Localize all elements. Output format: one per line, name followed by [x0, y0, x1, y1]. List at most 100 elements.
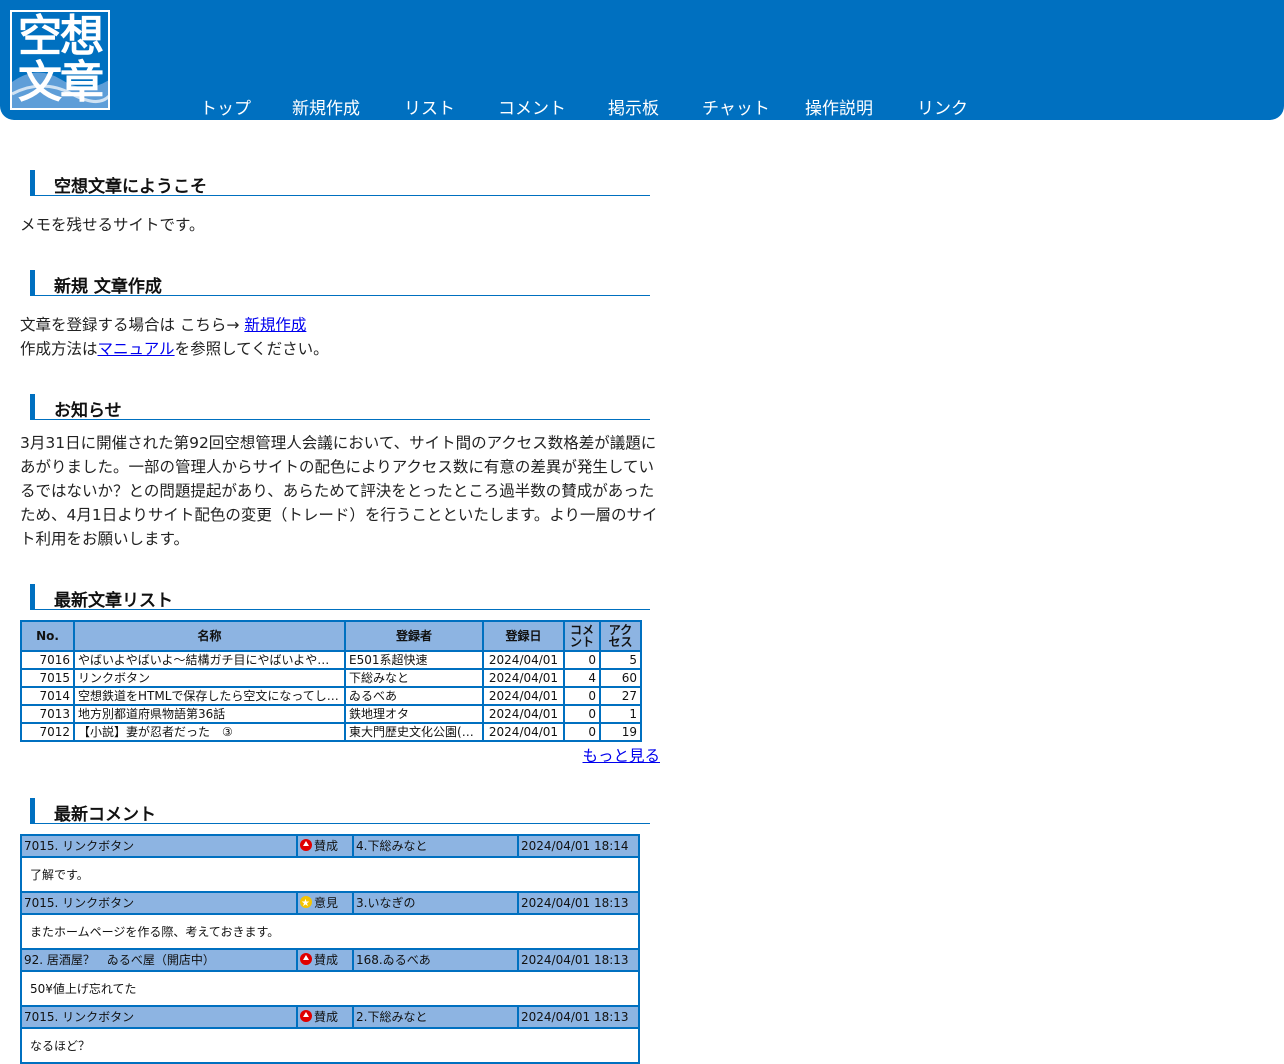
up-arrow-icon — [300, 1010, 312, 1022]
article-no: 7016 — [20, 650, 75, 670]
comment-body-row: 50¥値上げ忘れてた — [20, 970, 640, 1007]
comment-article-link[interactable]: 7015. リンクボタン — [20, 834, 298, 858]
article-no: 7014 — [20, 686, 75, 706]
site-header: 空想 文章 トップ 新規作成 リスト コメント 掲示板 チャット 操作説明 リン… — [0, 0, 1284, 120]
comment-vote: 意見 — [296, 891, 354, 915]
more-link[interactable]: もっと見る — [582, 747, 660, 765]
comment-body: なるほど？ — [20, 1027, 640, 1064]
article-date: 2024/04/01 — [482, 686, 565, 706]
nav-link[interactable]: リンク — [917, 98, 968, 120]
article-author: E501系超快速 — [344, 650, 484, 670]
comment-header-row: 92. 居酒屋？ ゐるべ屋（開店中） 賛成 168.ゐるべあ 2024/04/0… — [20, 948, 640, 972]
col-author: 登録者 — [344, 620, 484, 652]
heading-bar — [30, 270, 35, 296]
star-icon — [300, 894, 312, 914]
articles-header-row: No. 名称 登録者 登録日 コメント アクセス — [20, 620, 642, 652]
heading-bar — [30, 170, 35, 196]
article-no: 7013 — [20, 704, 75, 724]
article-access-count: 19 — [599, 722, 642, 742]
comment-article-link[interactable]: 7015. リンクボタン — [20, 1005, 298, 1029]
article-comment-count: 0 — [563, 704, 601, 724]
article-author: 東大門歴史文化公園(DDP) — [344, 722, 484, 742]
article-access-count: 1 — [599, 704, 642, 724]
comment-header-row: 7015. リンクボタン 意見 3.いなぎの 2024/04/01 18:13 — [20, 891, 640, 915]
nav-list[interactable]: リスト — [404, 98, 455, 120]
articles-heading: 最新文章リスト — [30, 582, 650, 611]
comment-article-link[interactable]: 7015. リンクボタン — [20, 891, 298, 915]
comment-body: 50¥値上げ忘れてた — [20, 970, 640, 1007]
article-comment-count: 4 — [563, 668, 601, 688]
comment-datetime: 2024/04/01 18:13 — [517, 948, 640, 972]
up-arrow-icon — [300, 953, 312, 965]
table-row[interactable]: 7012 【小説】妻が忍者だった ③ 東大門歴史文化公園(DDP) 2024/0… — [20, 722, 642, 742]
welcome-heading: 空想文章にようこそ — [30, 168, 650, 197]
article-date: 2024/04/01 — [482, 650, 565, 670]
article-access-count: 60 — [599, 668, 642, 688]
article-comment-count: 0 — [563, 722, 601, 742]
article-name-link[interactable]: 空想鉄道をHTMLで保存したら空文になってしまった — [73, 686, 346, 706]
article-author: ゐるべあ — [344, 686, 484, 706]
comment-user: 4.下総みなと — [352, 834, 519, 858]
col-no: No. — [20, 620, 75, 652]
heading-bar — [30, 394, 35, 420]
notice-heading: お知らせ — [30, 392, 650, 421]
article-comment-count: 0 — [563, 686, 601, 706]
comment-body-row: またホームページを作る際、考えておきます。 — [20, 913, 640, 950]
col-date: 登録日 — [482, 620, 565, 652]
comment-body: 了解です。 — [20, 856, 640, 893]
article-date: 2024/04/01 — [482, 704, 565, 724]
comment-header-row: 7015. リンクボタン 賛成 2.下総みなと 2024/04/01 18:13 — [20, 1005, 640, 1029]
col-access: アクセス — [599, 620, 642, 652]
up-arrow-icon — [300, 839, 312, 851]
article-access-count: 27 — [599, 686, 642, 706]
article-no: 7012 — [20, 722, 75, 742]
comment-user: 3.いなぎの — [352, 891, 519, 915]
article-name-link[interactable]: リンクボタン — [73, 668, 346, 688]
comment-header-row: 7015. リンクボタン 賛成 4.下総みなと 2024/04/01 18:14 — [20, 834, 640, 858]
nav-manual[interactable]: 操作説明 — [805, 98, 873, 120]
site-logo[interactable]: 空想 文章 — [10, 10, 110, 110]
logo-text: 空想 文章 — [18, 14, 108, 106]
comments-table: 7015. リンクボタン 賛成 4.下総みなと 2024/04/01 18:14… — [20, 834, 640, 1064]
heading-bar — [30, 584, 35, 610]
manual-link[interactable]: マニュアル — [98, 340, 175, 358]
notice-text: 3月31日に開催された第92回空想管理人会議において、サイト間のアクセス数格差が… — [20, 434, 658, 548]
comment-vote: 賛成 — [296, 834, 354, 858]
article-access-count: 5 — [599, 650, 642, 670]
nav-comment[interactable]: コメント — [498, 98, 566, 120]
articles-table: No. 名称 登録者 登録日 コメント アクセス 7016 やばいよやばいよ～結… — [20, 620, 642, 742]
article-name-link[interactable]: やばいよやばいよ～結構ガチ目にやばいよやばいよ — [73, 650, 346, 670]
comment-datetime: 2024/04/01 18:13 — [517, 1005, 640, 1029]
comment-user: 2.下総みなと — [352, 1005, 519, 1029]
comment-body-row: なるほど？ — [20, 1027, 640, 1064]
create-text: 文章を登録する場合は こちら→ 新規作成 作成方法はマニュアルを参照してください… — [20, 313, 660, 361]
logo-line-2: 文章 — [18, 57, 104, 108]
article-name-link[interactable]: 地方別都道府県物語第36話 — [73, 704, 346, 724]
more-container: もっと見る — [20, 744, 660, 766]
nav-new[interactable]: 新規作成 — [292, 98, 360, 120]
article-comment-count: 0 — [563, 650, 601, 670]
article-no: 7015 — [20, 668, 75, 688]
article-author: 下総みなと — [344, 668, 484, 688]
table-row[interactable]: 7015 リンクボタン 下総みなと 2024/04/01 4 60 — [20, 668, 642, 688]
create-heading: 新規 文章作成 — [30, 268, 650, 297]
table-row[interactable]: 7016 やばいよやばいよ～結構ガチ目にやばいよやばいよ E501系超快速 20… — [20, 650, 642, 670]
comment-body-row: 了解です。 — [20, 856, 640, 893]
table-row[interactable]: 7013 地方別都道府県物語第36話 鉄地理オタ 2024/04/01 0 1 — [20, 704, 642, 724]
col-name: 名称 — [73, 620, 346, 652]
create-line-1: 文章を登録する場合は こちら→ 新規作成 — [20, 316, 307, 334]
nav-top[interactable]: トップ — [200, 98, 251, 120]
create-line-2: 作成方法はマニュアルを参照してください。 — [20, 340, 329, 358]
comment-article-link[interactable]: 92. 居酒屋？ ゐるべ屋（開店中） — [20, 948, 298, 972]
comment-vote: 賛成 — [296, 1005, 354, 1029]
col-comment: コメント — [563, 620, 601, 652]
nav-board[interactable]: 掲示板 — [608, 98, 659, 120]
create-link[interactable]: 新規作成 — [244, 316, 306, 334]
article-name-link[interactable]: 【小説】妻が忍者だった ③ — [73, 722, 346, 742]
table-row[interactable]: 7014 空想鉄道をHTMLで保存したら空文になってしまった ゐるべあ 2024… — [20, 686, 642, 706]
comment-datetime: 2024/04/01 18:13 — [517, 891, 640, 915]
comment-vote: 賛成 — [296, 948, 354, 972]
heading-bar — [30, 798, 35, 824]
nav-chat[interactable]: チャット — [702, 98, 770, 120]
article-date: 2024/04/01 — [482, 722, 565, 742]
